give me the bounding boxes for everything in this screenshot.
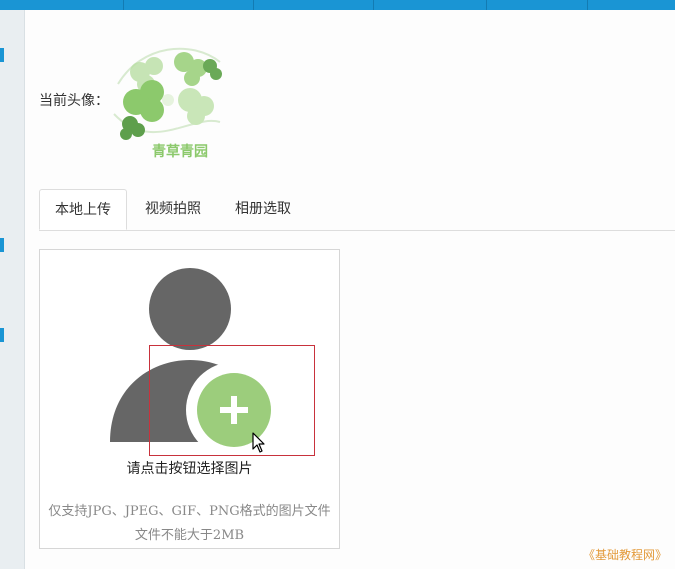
sidebar-marker bbox=[0, 238, 4, 252]
clover-avatar-icon: 青草青园 bbox=[113, 47, 222, 160]
left-sidebar-strip bbox=[0, 10, 25, 569]
current-avatar-image: 青草青园 bbox=[112, 44, 224, 162]
upload-prompt: 请点击按钮选择图片 bbox=[126, 461, 253, 477]
top-bar-divider bbox=[486, 0, 487, 10]
current-avatar-label: 当前头像： bbox=[39, 93, 109, 109]
avatar-text: 青草青园 bbox=[152, 143, 208, 160]
tab-local-upload[interactable]: 本地上传 bbox=[39, 189, 127, 230]
top-bar-divider bbox=[253, 0, 254, 10]
upload-panel: 请点击按钮选择图片 仅支持JPG、JPEG、GIF、PNG格式的图片文件 文件不… bbox=[39, 249, 340, 549]
top-bar-divider bbox=[373, 0, 374, 10]
top-bar bbox=[0, 0, 675, 10]
format-note: 仅支持JPG、JPEG、GIF、PNG格式的图片文件 bbox=[48, 504, 331, 519]
sidebar-marker bbox=[0, 328, 4, 342]
tab-video-photo[interactable]: 视频拍照 bbox=[133, 189, 213, 230]
tab-album-select[interactable]: 相册选取 bbox=[223, 189, 303, 230]
upload-method-tabs: 本地上传 视频拍照 相册选取 bbox=[39, 189, 675, 231]
person-add-icon[interactable] bbox=[110, 268, 280, 448]
sidebar-marker bbox=[0, 48, 4, 62]
size-note: 文件不能大于2MB bbox=[134, 528, 245, 543]
site-watermark: 《基础教程网》 bbox=[582, 548, 667, 562]
top-bar-divider bbox=[587, 0, 588, 10]
top-bar-divider bbox=[123, 0, 124, 10]
mouse-cursor-icon bbox=[252, 432, 265, 453]
